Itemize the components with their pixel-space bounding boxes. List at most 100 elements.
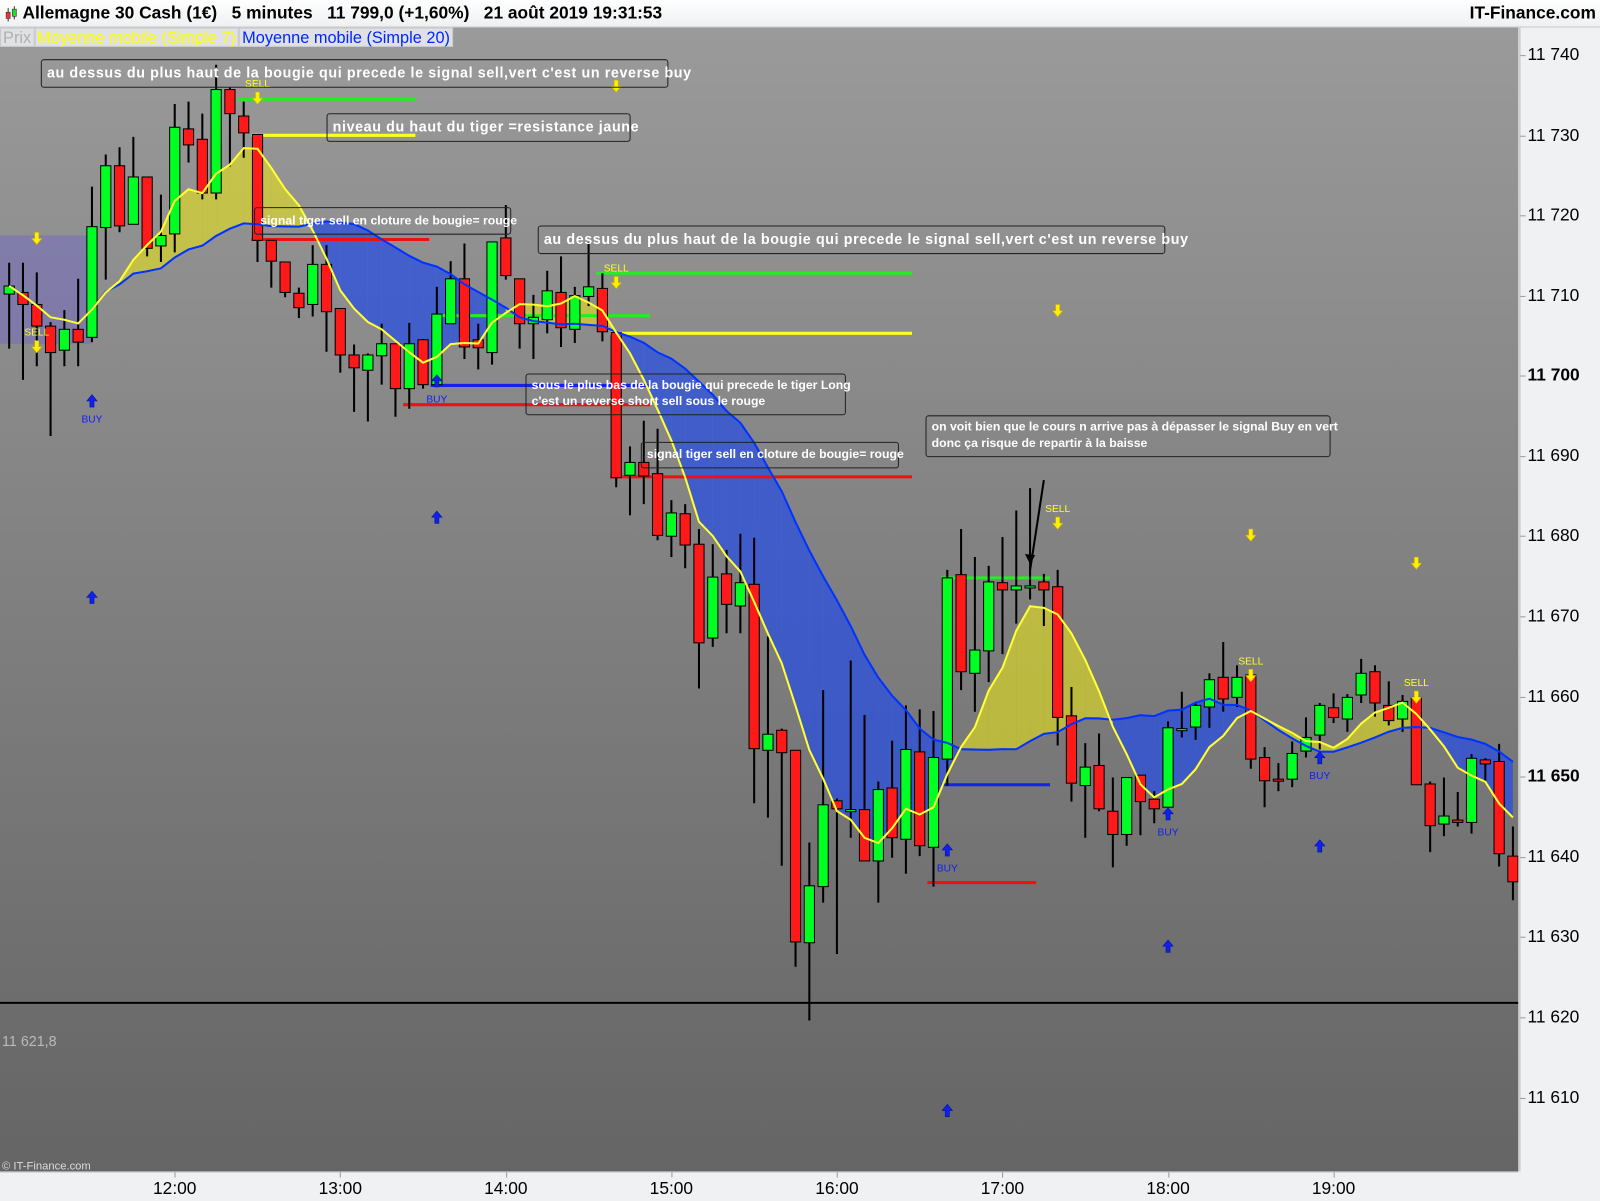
candle-body bbox=[900, 748, 912, 840]
price-axis[interactable]: 11 740 11 730 11 720 11 710 11 700 11 690 11 6… bbox=[1519, 27, 1600, 1172]
candle-body bbox=[720, 573, 733, 605]
candle-body bbox=[182, 128, 195, 146]
candle-body bbox=[1107, 810, 1119, 835]
annotation-text: signal tiger sell en cloture de bougie= … bbox=[646, 446, 904, 462]
candle bbox=[113, 147, 126, 233]
candle bbox=[1507, 826, 1519, 901]
x-tick-label: 17:00 bbox=[980, 1178, 1025, 1198]
x-tick bbox=[671, 1172, 673, 1178]
annotation-text: sous le plus bas de la bougie qui preced… bbox=[531, 377, 851, 392]
candle bbox=[334, 307, 346, 373]
sell-arrow-icon bbox=[1051, 516, 1064, 530]
candle-body bbox=[624, 461, 636, 476]
buy-label: BUY bbox=[1309, 771, 1330, 782]
plot-area: SELLSELLSELLSELLSELLSELLBUYBUYBUYBUYBUY bbox=[0, 64, 1519, 1117]
candle bbox=[1272, 763, 1285, 792]
candle bbox=[762, 636, 774, 818]
candle-body bbox=[1148, 798, 1160, 810]
y-tick bbox=[1520, 1097, 1526, 1099]
legend-item-sma20[interactable]: Moyenne mobile (Simple 20) bbox=[239, 27, 454, 47]
candle-body bbox=[789, 749, 802, 943]
candle-body bbox=[155, 235, 167, 247]
chart-title: Allemagne 30 Cash (1€) 5 minutes 11 799,… bbox=[22, 3, 663, 23]
candle bbox=[1383, 681, 1395, 726]
ma-fill-segment bbox=[188, 189, 203, 250]
x-tick-label: 13:00 bbox=[318, 1178, 362, 1198]
ma-fill-segment bbox=[229, 148, 244, 229]
candle bbox=[279, 261, 291, 298]
candle-body bbox=[1258, 756, 1271, 782]
candle-body bbox=[169, 126, 181, 235]
candle-body bbox=[1327, 707, 1340, 718]
ma-fill-segment bbox=[395, 247, 410, 353]
candle-body bbox=[334, 307, 346, 356]
buy-signal bbox=[431, 510, 443, 524]
y-tick bbox=[1520, 536, 1526, 538]
y-tick bbox=[1520, 696, 1526, 698]
y-tick-label: 11 650 bbox=[1527, 766, 1580, 786]
candle bbox=[127, 136, 139, 225]
candle bbox=[182, 101, 195, 163]
candle-body bbox=[86, 226, 98, 338]
candle-body bbox=[927, 756, 940, 848]
sell-arrow-icon bbox=[1410, 556, 1423, 570]
candle-body bbox=[1507, 855, 1519, 883]
annotation-note-3: signal tiger sell en cloture de bougie= … bbox=[254, 207, 517, 235]
candle bbox=[362, 353, 374, 422]
candle bbox=[100, 154, 112, 280]
candle-body bbox=[693, 543, 705, 644]
x-tick-label: 12:00 bbox=[153, 1178, 197, 1198]
candle-body bbox=[679, 513, 691, 546]
candle bbox=[983, 565, 995, 683]
annotation-note-6: signal tiger sell en cloture de bougie= … bbox=[640, 441, 904, 469]
candle-body bbox=[665, 512, 677, 537]
candle bbox=[955, 528, 967, 691]
buy-arrow-icon bbox=[1314, 839, 1326, 853]
candle bbox=[1010, 510, 1022, 624]
candle-body bbox=[872, 789, 884, 862]
y-tick bbox=[1520, 937, 1526, 939]
candle bbox=[969, 557, 981, 712]
x-tick bbox=[340, 1172, 342, 1178]
y-tick bbox=[1520, 135, 1526, 137]
buy-signal bbox=[941, 1103, 954, 1117]
y-tick-label: 11 720 bbox=[1527, 205, 1580, 225]
candle-body bbox=[279, 261, 291, 293]
y-tick bbox=[1520, 616, 1526, 618]
candle-body bbox=[1121, 777, 1133, 835]
candle-body bbox=[858, 809, 871, 862]
price-chart[interactable]: SELL SELL SELL SELL SELL SELL BUY BUY BUY BUY BUY … bbox=[0, 27, 1519, 1172]
buy-arrow-icon bbox=[1314, 751, 1326, 765]
candle-body bbox=[707, 576, 719, 639]
time-axis[interactable]: 12:00 13:00 14:00 15:00 16:00 17:00 18:00 19:00 bbox=[0, 1171, 1519, 1201]
sell-label: SELL bbox=[1238, 656, 1263, 667]
candle-body bbox=[141, 176, 153, 249]
candle bbox=[1410, 693, 1422, 786]
candle-body bbox=[555, 291, 567, 329]
annotation-text: on voit bien que le cours n arrive pas à… bbox=[931, 419, 1338, 434]
y-tick-label: 11 730 bbox=[1527, 125, 1580, 145]
candle bbox=[1121, 777, 1133, 846]
annotation-text: c'est un reverse short sell sous le roug… bbox=[531, 393, 766, 409]
y-tick bbox=[1520, 1017, 1526, 1019]
ma-fill-segment bbox=[1126, 715, 1141, 785]
candle bbox=[1162, 721, 1174, 808]
legend-item-sma7[interactable]: Moyenne mobile (Simple 7) bbox=[34, 27, 240, 47]
y-tick-label: 11 660 bbox=[1527, 686, 1580, 706]
candle-body bbox=[348, 354, 360, 369]
candle-body bbox=[1190, 704, 1202, 728]
candle-body bbox=[1245, 674, 1257, 760]
buy-label: BUY bbox=[937, 863, 958, 874]
candle-body bbox=[376, 343, 388, 357]
candle bbox=[707, 544, 719, 647]
legend-item-price[interactable]: Prix bbox=[0, 27, 35, 47]
candle-body bbox=[941, 577, 953, 760]
y-tick-label: 11 740 bbox=[1527, 44, 1580, 65]
y-tick-label: 11 670 bbox=[1527, 606, 1580, 626]
y-tick bbox=[1520, 55, 1526, 57]
ma-fill-segment bbox=[767, 467, 782, 664]
x-tick bbox=[174, 1172, 176, 1178]
candle-body bbox=[307, 263, 319, 305]
buy-signal bbox=[1162, 939, 1174, 953]
candle bbox=[1258, 747, 1271, 808]
